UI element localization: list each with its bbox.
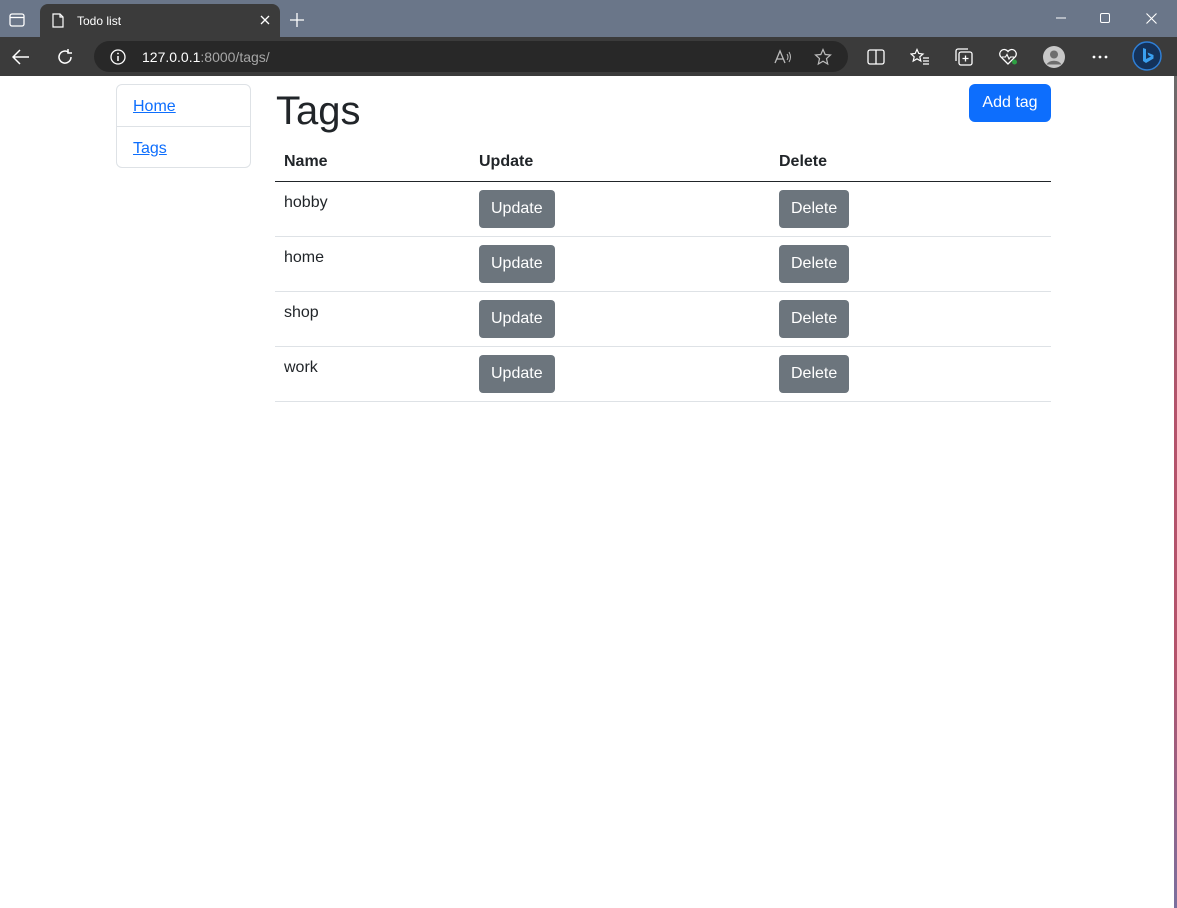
add-tag-button[interactable]: Add tag bbox=[969, 84, 1051, 122]
site-info-icon[interactable] bbox=[110, 49, 126, 70]
page-title: Tags bbox=[276, 89, 361, 133]
sidebar-nav: Home Tags bbox=[116, 84, 251, 168]
browser-tab[interactable]: Todo list bbox=[40, 4, 280, 37]
favorite-star-icon[interactable] bbox=[812, 46, 834, 68]
update-button[interactable]: Update bbox=[479, 299, 555, 338]
tag-name: home bbox=[275, 236, 470, 292]
table-header-row: Name Update Delete bbox=[275, 144, 1051, 182]
column-header-delete: Delete bbox=[770, 144, 1051, 182]
more-options-icon[interactable] bbox=[1088, 45, 1112, 69]
tab-actions-icon[interactable] bbox=[6, 9, 28, 31]
favorites-icon[interactable] bbox=[908, 45, 932, 69]
column-header-name: Name bbox=[275, 144, 470, 182]
maximize-icon[interactable] bbox=[1094, 8, 1116, 28]
close-window-icon[interactable] bbox=[1140, 8, 1162, 28]
table-row: hobby Update Delete bbox=[275, 181, 1051, 237]
table-row: work Update Delete bbox=[275, 346, 1051, 402]
delete-button[interactable]: Delete bbox=[779, 299, 850, 338]
split-screen-icon[interactable] bbox=[864, 45, 888, 69]
sidebar-item-tags[interactable]: Tags bbox=[117, 126, 250, 167]
browser-essentials-icon[interactable] bbox=[996, 45, 1020, 69]
tag-name: work bbox=[275, 346, 470, 402]
delete-button[interactable]: Delete bbox=[779, 189, 850, 228]
update-button[interactable]: Update bbox=[479, 244, 555, 283]
update-button[interactable]: Update bbox=[479, 189, 555, 228]
page-icon bbox=[52, 13, 64, 33]
sidebar-item-home[interactable]: Home bbox=[117, 85, 250, 126]
tag-name: hobby bbox=[275, 181, 470, 237]
column-header-update: Update bbox=[470, 144, 770, 182]
update-button[interactable]: Update bbox=[479, 354, 555, 393]
table-row: shop Update Delete bbox=[275, 291, 1051, 347]
tags-table: Name Update Delete hobby Update Delete h… bbox=[275, 144, 1051, 402]
close-tab-icon[interactable] bbox=[257, 12, 273, 28]
refresh-icon[interactable] bbox=[53, 45, 77, 69]
table-row: home Update Delete bbox=[275, 236, 1051, 292]
profile-avatar-icon[interactable] bbox=[1042, 45, 1066, 69]
browser-tab-strip: Todo list bbox=[0, 0, 1177, 37]
delete-button[interactable]: Delete bbox=[779, 354, 850, 393]
url-text: 127.0.0.1:8000/tags/ bbox=[142, 49, 270, 65]
browser-toolbar: 127.0.0.1:8000/tags/ bbox=[0, 37, 1177, 76]
minimize-icon[interactable] bbox=[1050, 8, 1072, 28]
tab-title: Todo list bbox=[77, 14, 122, 28]
collections-icon[interactable] bbox=[952, 45, 976, 69]
new-tab-icon[interactable] bbox=[287, 10, 307, 30]
delete-button[interactable]: Delete bbox=[779, 244, 850, 283]
read-aloud-icon[interactable] bbox=[772, 46, 794, 68]
copilot-icon[interactable] bbox=[1132, 41, 1162, 71]
tag-name: shop bbox=[275, 291, 470, 347]
address-bar[interactable]: 127.0.0.1:8000/tags/ bbox=[94, 41, 848, 72]
back-arrow-icon[interactable] bbox=[9, 45, 33, 69]
